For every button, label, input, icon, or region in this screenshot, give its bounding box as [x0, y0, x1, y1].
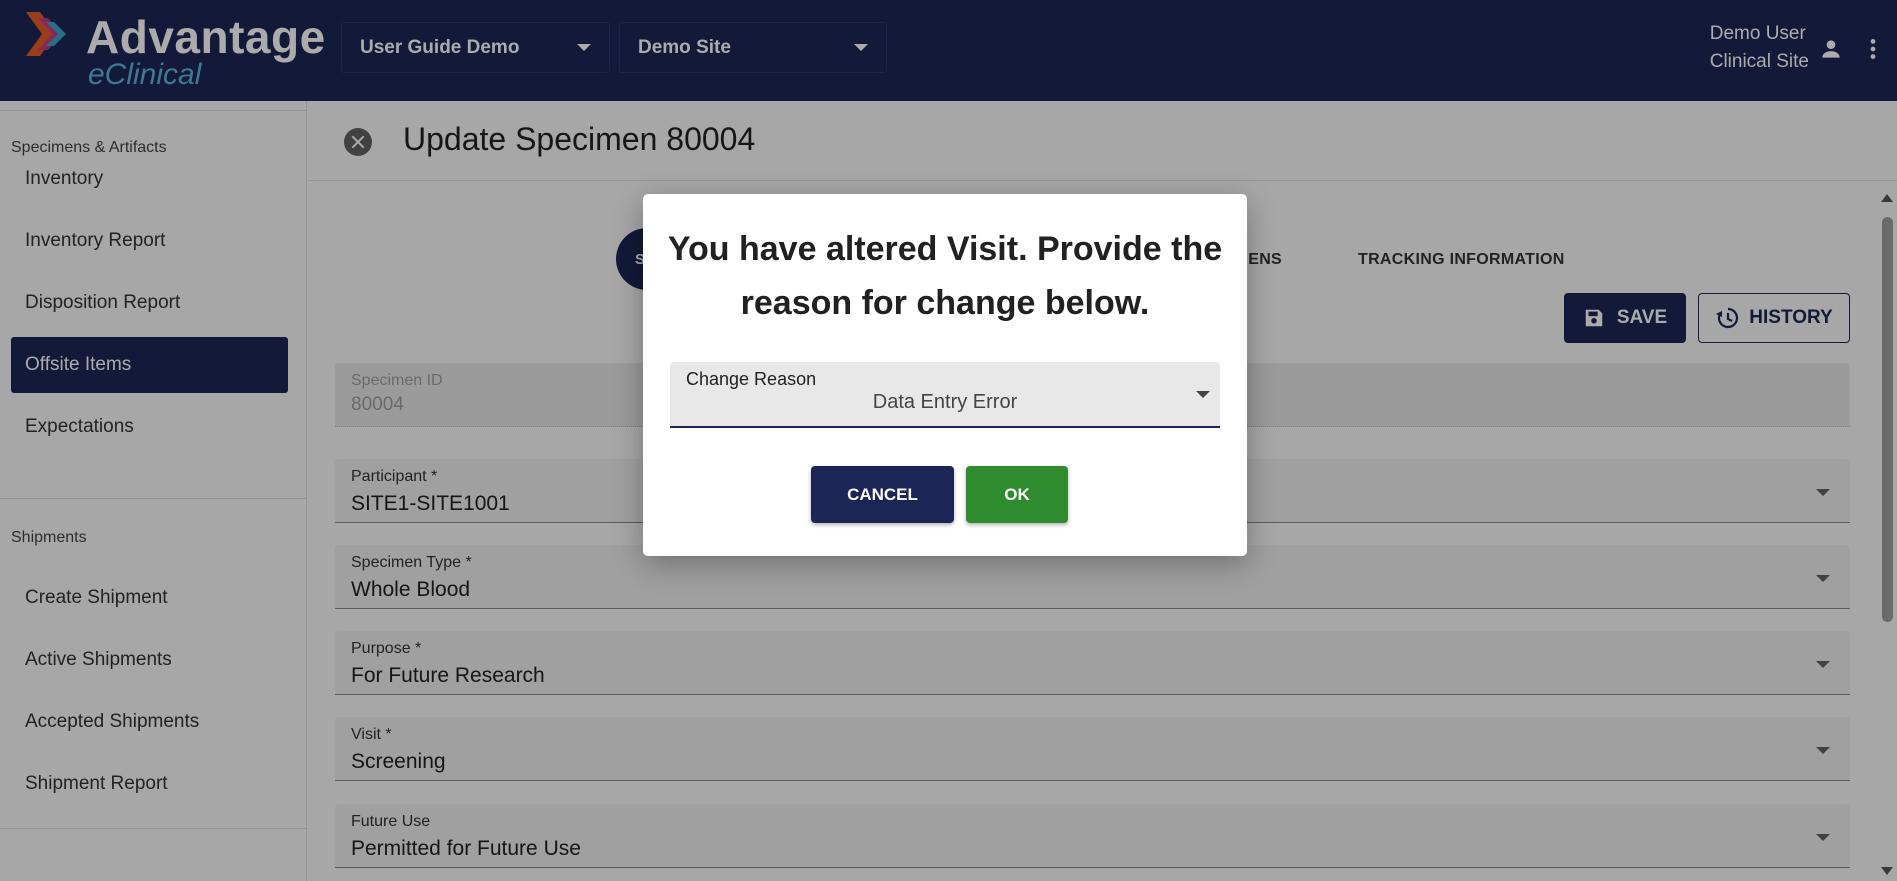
change-reason-label: Change Reason [686, 369, 817, 389]
cancel-button[interactable]: CANCEL [811, 466, 954, 523]
change-reason-dialog: You have altered Visit. Provide the reas… [643, 194, 1247, 556]
dialog-message: You have altered Visit. Provide the reas… [667, 230, 1223, 322]
change-reason-value: Data Entry Error [872, 391, 1018, 413]
change-reason-select[interactable]: Change Reason Data Entry Error [670, 362, 1220, 428]
ok-button[interactable]: OK [966, 466, 1068, 523]
chevron-down-icon [1196, 391, 1210, 398]
